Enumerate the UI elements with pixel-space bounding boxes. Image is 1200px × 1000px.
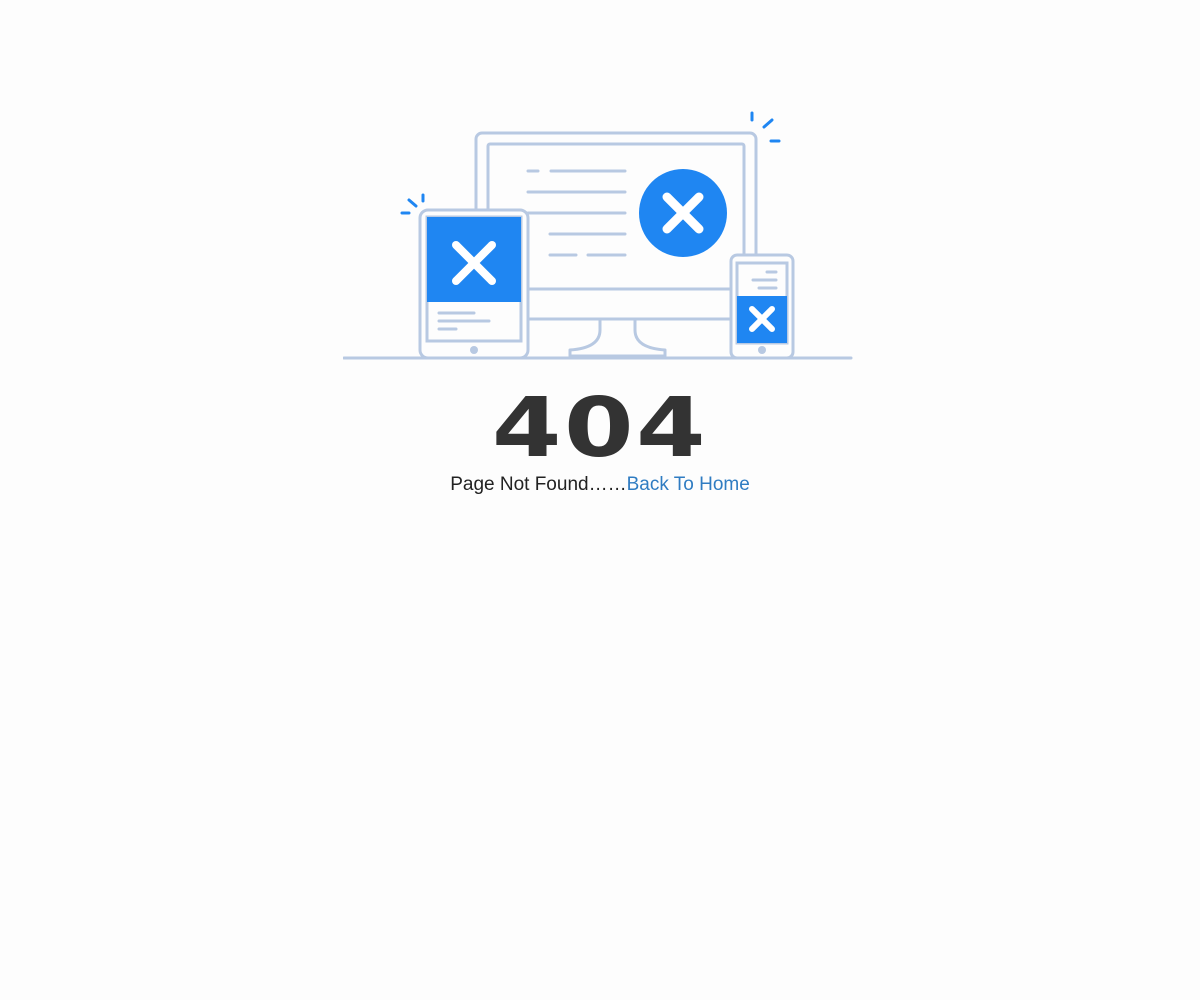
error-message-row: Page Not Found……Back To Home — [0, 472, 1200, 498]
monitor-error-icon — [639, 169, 727, 257]
phone-icon — [729, 253, 795, 360]
devices-error-illustration — [343, 111, 853, 360]
error-message: Page Not Found…… — [450, 474, 627, 495]
monitor-text-lines — [526, 169, 627, 257]
spark-icon-left — [400, 193, 425, 215]
error-page: 404 Page Not Found……Back To Home — [0, 0, 1200, 1000]
back-to-home-link[interactable]: Back To Home — [627, 474, 750, 495]
error-code-heading: 404 — [491, 381, 709, 476]
tablet-icon — [418, 208, 530, 360]
